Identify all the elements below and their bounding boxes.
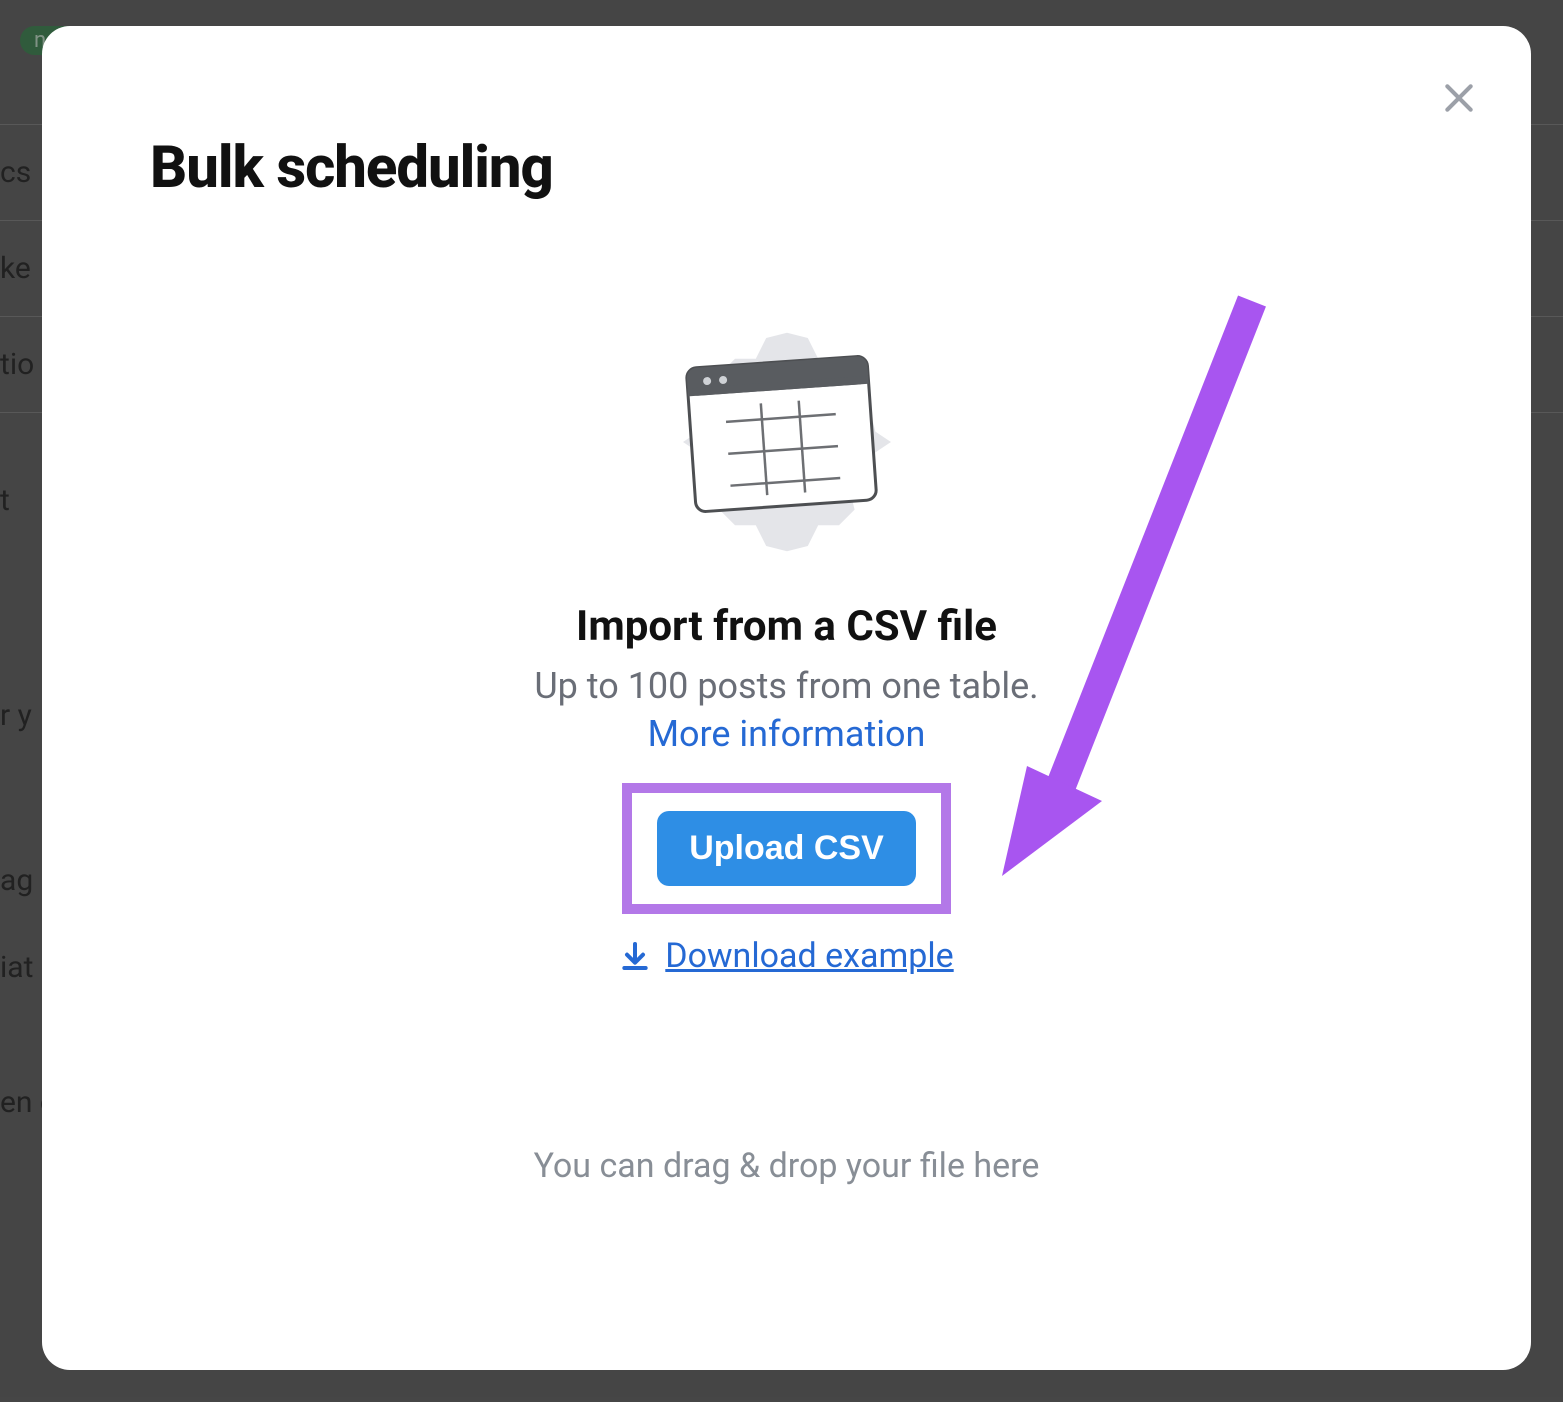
- close-icon: [1439, 78, 1479, 118]
- csv-import-illustration: [647, 322, 927, 562]
- more-information-link[interactable]: More information: [648, 713, 926, 755]
- upload-csv-button[interactable]: Upload CSV: [657, 811, 916, 886]
- download-icon: [619, 940, 651, 972]
- download-example-link[interactable]: Download example: [619, 936, 953, 976]
- drag-drop-hint: You can drag & drop your file here: [534, 1146, 1040, 1186]
- close-button[interactable]: [1435, 74, 1483, 122]
- spreadsheet-icon: [684, 354, 879, 515]
- import-heading: Import from a CSV file: [576, 602, 997, 651]
- upload-highlight-annotation: Upload CSV: [622, 783, 951, 914]
- import-subtext: Up to 100 posts from one table.: [534, 665, 1038, 707]
- download-example-text: Download example: [665, 936, 953, 976]
- bulk-scheduling-modal: Bulk scheduling Import from a CSV file U…: [42, 26, 1531, 1370]
- modal-title: Bulk scheduling: [150, 134, 1483, 202]
- modal-body: Import from a CSV file Up to 100 posts f…: [90, 322, 1483, 1186]
